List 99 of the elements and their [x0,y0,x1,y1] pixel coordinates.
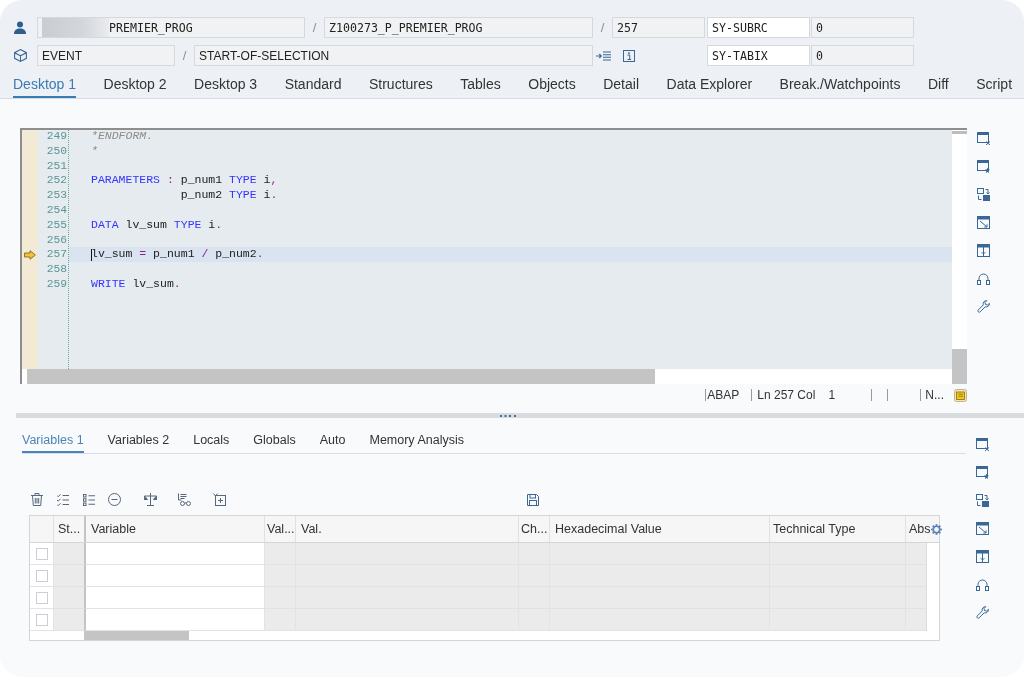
text-field[interactable]: PREMIER_PROG [37,17,305,38]
line-number: 258 [45,262,68,277]
table-cell [264,587,295,609]
tab[interactable]: Script [976,71,1013,98]
list-glasses-icon[interactable] [178,493,191,506]
checkbox[interactable] [35,569,48,582]
tab[interactable]: Detail [603,71,639,98]
arrow-icon [24,249,36,260]
line-number: 253 [45,188,68,203]
tab[interactable]: Variables 1 [22,429,84,453]
line-number: 252 [45,173,68,189]
line-number: 254 [45,203,68,218]
minus-circle-icon[interactable] [108,493,121,506]
tab[interactable]: Globals [253,429,296,453]
scrollbar-thumb[interactable] [952,349,967,384]
column-header[interactable]: St... [58,522,81,536]
trash-icon[interactable] [31,493,43,506]
save-icon[interactable] [527,493,539,506]
panel-resize-icon[interactable] [976,522,989,535]
checklist-icon[interactable] [57,493,69,506]
panel-close-icon[interactable] [977,132,990,145]
add-box-icon[interactable] [213,493,226,506]
tab[interactable]: Tables [460,71,501,98]
gear-icon[interactable] [930,523,942,535]
headset-icon[interactable] [976,578,989,591]
line-number: 255 [45,217,68,233]
line-number: 249 [45,130,68,144]
text-field[interactable]: START-OF-SELECTION [194,45,593,66]
column-header[interactable]: Hexadecimal Value [555,522,662,536]
code-line: *ENDFORM. [90,130,155,144]
status-text: Ln 257 Col [757,389,816,401]
panel-swap-icon[interactable] [976,494,989,507]
info-icon[interactable] [623,49,635,62]
checkbox[interactable] [35,591,48,604]
list-icon[interactable] [83,493,95,506]
tab[interactable]: Desktop 1 [13,71,77,98]
text-field[interactable]: 257 [612,17,705,38]
column-header[interactable]: Val. [301,522,322,536]
line-number: 250 [45,143,68,159]
panel-split-icon[interactable] [977,244,990,257]
tab[interactable]: Objects [528,71,576,98]
scrollbar-thumb[interactable] [27,369,655,384]
tab[interactable]: Desktop 3 [194,71,258,98]
panel-split-icon[interactable] [976,550,989,563]
tab[interactable]: Auto [319,429,346,453]
tab[interactable]: Break./Watchpoints [779,71,901,98]
tab[interactable]: Diff [928,71,949,98]
table-cell [264,609,295,631]
scrollbar-thumb[interactable] [84,631,189,640]
headset-icon[interactable] [977,272,990,285]
separator-slash: / [599,20,606,35]
panel-close-icon[interactable] [976,438,989,451]
column-header[interactable]: Technical Type [773,522,856,536]
scrollbar[interactable] [952,130,967,384]
column-header[interactable]: Val... [267,522,295,536]
text-field[interactable]: 0 [811,17,914,38]
note-icon[interactable] [954,388,967,402]
text-field[interactable]: EVENT [37,45,175,66]
checkbox[interactable] [35,547,48,560]
tab[interactable]: Variables 2 [107,429,170,453]
wrench-icon[interactable] [977,300,990,313]
column-header[interactable]: Abs [909,522,931,536]
code-line: PARAMETERS : p_num1 TYPE i, [90,173,279,189]
separator-slash: / [311,20,318,35]
text-field[interactable]: Z100273_P_PREMIER_PROG [324,17,593,38]
panel-swap-icon[interactable] [977,188,990,201]
text-field[interactable]: 0 [811,45,914,66]
grip-icon [500,414,516,417]
tab[interactable]: Memory Analysis [369,429,464,453]
status-text: ABAP [707,389,740,401]
checkbox[interactable] [35,613,48,626]
code-line: * [90,143,99,159]
panel-resize-icon[interactable] [977,216,990,229]
tab[interactable]: Standard [284,71,342,98]
code-line: WRITE lv_sum. [90,276,182,292]
separator-slash: / [181,48,188,63]
tab[interactable]: Locals [193,429,230,453]
table-cell [518,609,549,631]
cube-icon [14,49,27,62]
text-field[interactable]: SY-TABIX [707,45,810,66]
code-line: DATA lv_sum TYPE i. [90,217,224,233]
tab[interactable]: Desktop 2 [103,71,167,98]
column-header[interactable]: Variable [91,522,136,536]
tab[interactable]: Structures [368,71,433,98]
status-text: 1 [828,389,836,401]
line-number: 251 [45,158,68,174]
scale-icon[interactable] [144,493,157,506]
line-number: 256 [45,232,68,248]
status-text: N... [925,389,944,401]
person-icon [14,21,26,34]
column-header[interactable]: Ch... [521,522,548,536]
arrow-lines-icon[interactable] [596,50,611,61]
line-number: 257 [45,247,68,263]
wrench-icon[interactable] [976,606,989,619]
code-line: p_num2 TYPE i. [179,188,279,203]
tab[interactable]: Data Explorer [666,71,753,98]
line-number: 259 [45,276,68,292]
table-cell [264,565,295,587]
text-field[interactable]: SY-SUBRC [707,17,810,38]
